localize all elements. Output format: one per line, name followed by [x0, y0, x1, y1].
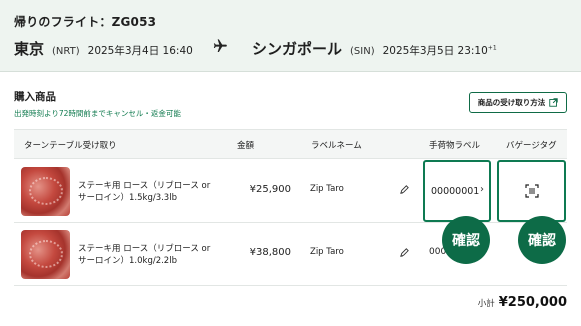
product-name: ステーキ用 ロース（リブロース or サーロイン）1.5kg/3.3lb	[78, 181, 211, 203]
receive-method-button[interactable]: 商品の受け取り方法	[469, 92, 567, 113]
departure-datetime: 2025年3月4日 16:40	[87, 45, 193, 57]
product-name: ステーキ用 ロース（リブロース or サーロイン）1.0kg/2.2lb	[78, 244, 211, 266]
pencil-icon[interactable]	[399, 247, 410, 258]
product-price: ¥25,900	[249, 184, 291, 195]
purchase-title: 購入商品	[14, 91, 56, 103]
header-baggage-tag: バゲージタグ	[506, 141, 557, 151]
table-header: ターンテーブル受け取り 金額 ラベルネーム 手荷物ラベル バゲージタグ	[14, 129, 567, 159]
external-link-icon	[549, 98, 558, 107]
arrival-city: シンガポール	[252, 40, 343, 58]
chevron-right-icon: ›	[480, 184, 484, 195]
hand-label-cell[interactable]: 00000001 ›	[423, 160, 491, 222]
arrival: シンガポール (SIN) 2025年3月5日 23:10+1	[252, 38, 497, 59]
subtotal-label: 小計	[477, 299, 495, 309]
pencil-icon[interactable]	[399, 184, 410, 195]
flight-header: 帰りのフライト：ZG053 東京 (NRT) 2025年3月4日 16:40 シ…	[0, 0, 581, 72]
departure-code: (NRT)	[52, 46, 80, 57]
flight-title: 帰りのフライト：ZG053	[14, 15, 157, 29]
cancel-note: 出発時刻より72時間前までキャンセル・返金可能	[14, 109, 181, 118]
departure: 東京 (NRT) 2025年3月4日 16:40	[14, 38, 193, 58]
confirm-baggage-tag-button[interactable]: 確認	[518, 216, 566, 264]
departure-city: 東京	[14, 40, 45, 58]
day-offset: +1	[487, 44, 497, 52]
header-hand-label: 手荷物ラベル	[429, 141, 481, 151]
baggage-tag-cell[interactable]	[497, 160, 566, 222]
confirm-hand-label-button[interactable]: 確認	[442, 216, 490, 264]
header-label-name: ラベルネーム	[311, 141, 362, 151]
subtotal-value: ¥250,000	[498, 295, 567, 310]
hand-label-number: 00000001	[431, 186, 480, 197]
product-image	[21, 167, 70, 216]
scan-icon	[525, 184, 539, 198]
label-name: Zip Taro	[310, 184, 344, 194]
subtotal: 小計 ¥250,000	[478, 295, 567, 310]
header-amount: 金額	[237, 141, 255, 151]
arrival-datetime: 2025年3月5日 23:10+1	[382, 44, 497, 58]
product-image	[21, 230, 70, 279]
receive-method-label: 商品の受け取り方法	[477, 98, 546, 107]
label-name: Zip Taro	[310, 247, 344, 257]
airplane-icon	[213, 39, 227, 52]
product-price: ¥38,800	[249, 247, 291, 258]
header-product: ターンテーブル受け取り	[24, 141, 117, 151]
arrival-code: (SIN)	[350, 46, 375, 57]
